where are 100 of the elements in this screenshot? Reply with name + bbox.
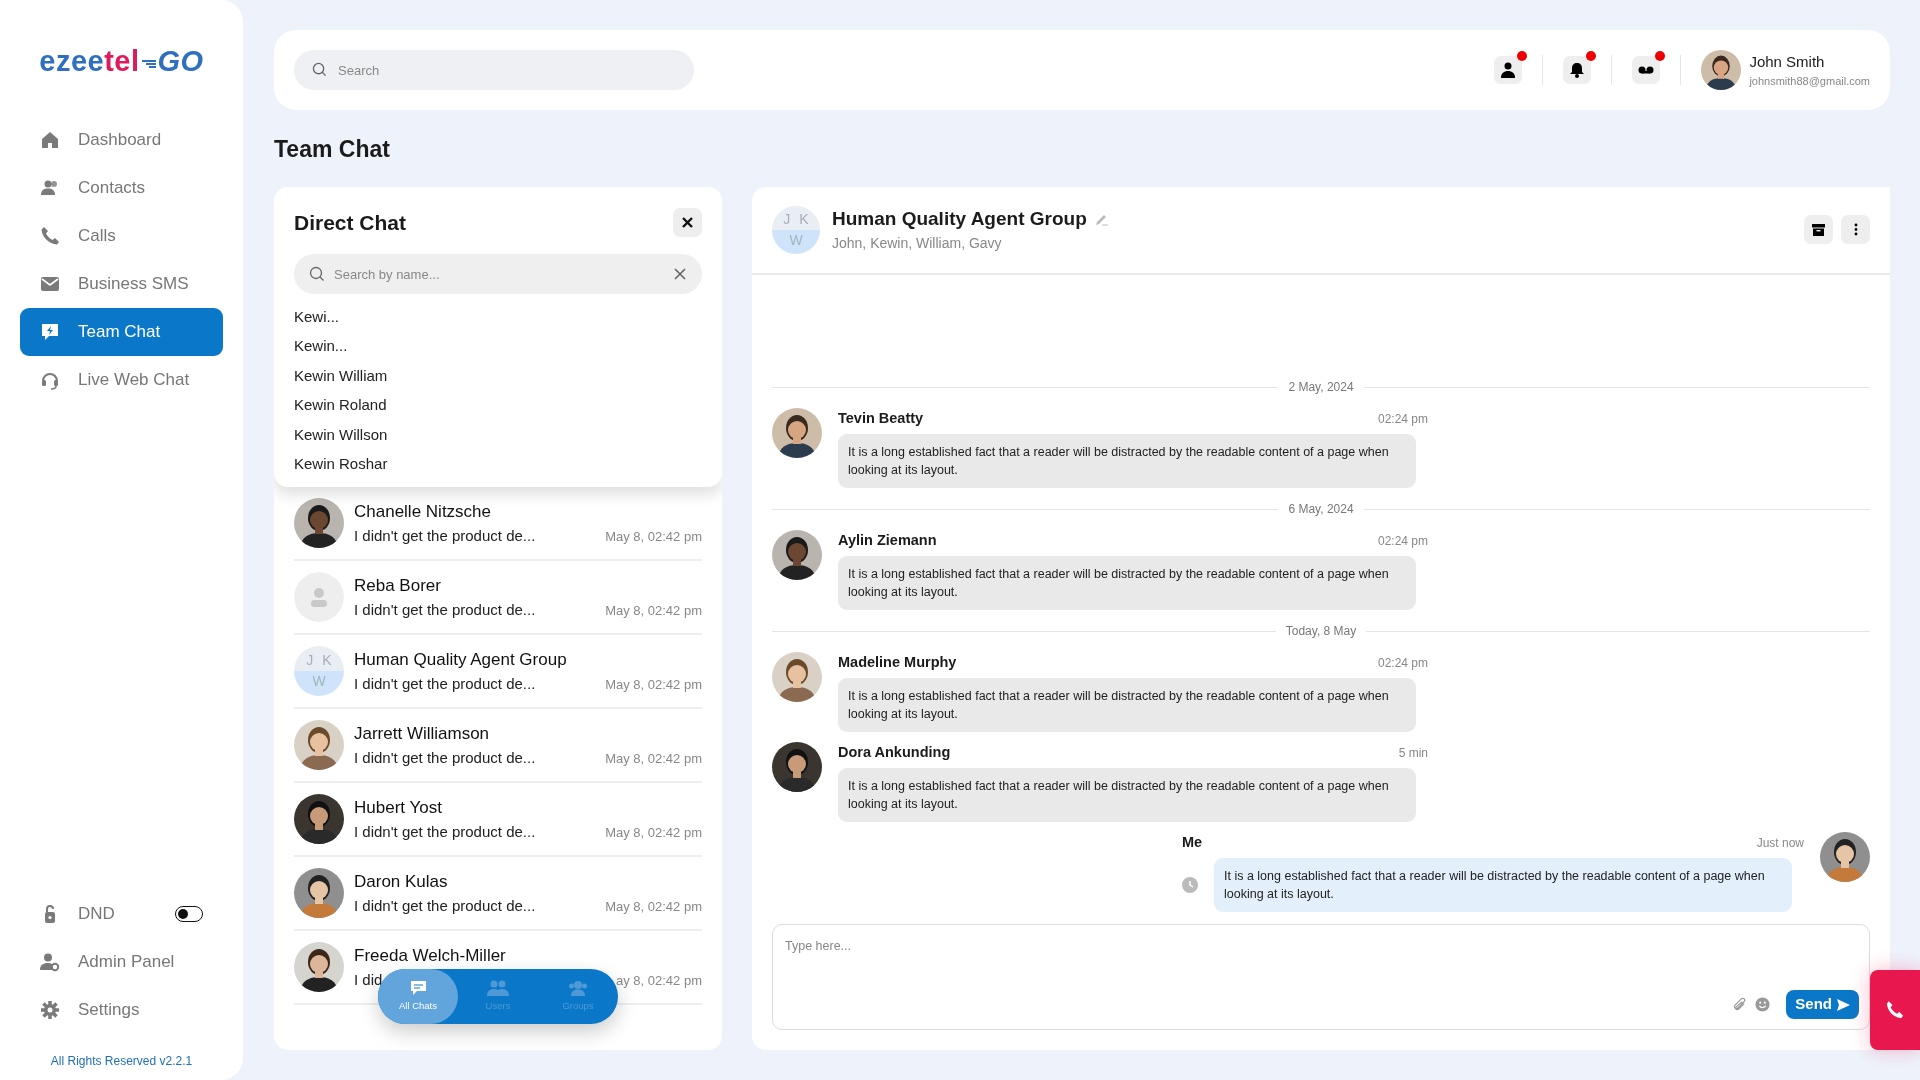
suggestion-item[interactable]: Kewin Roshar (294, 449, 702, 479)
message-time: Just now (1756, 835, 1804, 852)
copyright-text: All Rights Reserved v2.2.1 (49, 1053, 194, 1070)
message-bubble: It is a long established fact that a reader will be distracted by the readable content of a page when looking at its layout. (838, 433, 1416, 488)
message-time: May 8, 02:42 pm (605, 897, 702, 916)
more-icon[interactable] (1841, 215, 1870, 244)
user-icon (294, 572, 344, 622)
chat-icon (409, 979, 427, 996)
contact-name: Chanelle Nitzsche (354, 501, 492, 523)
sidebar-item[interactable]: Business SMS (20, 259, 223, 308)
message-time: May 8, 02:42 pm (605, 675, 702, 694)
contact-name: Freeda Welch-Miller (354, 945, 507, 967)
message-time: May 8, 02:42 pm (605, 601, 702, 620)
avatar-initial: J (783, 209, 791, 229)
close-icon (682, 216, 693, 228)
search-icon (309, 266, 325, 282)
sidebar-item[interactable]: Live Web Chat (20, 355, 223, 404)
message-time: 02:24 pm (1377, 533, 1428, 550)
sidebar-item[interactable]: Team Chat (20, 307, 223, 356)
sidebar-item[interactable]: Settings (20, 986, 223, 1034)
sender-name: Me (1182, 833, 1203, 852)
gear-icon (40, 1000, 60, 1020)
paperclip-icon[interactable] (1732, 997, 1748, 1012)
user-gear-icon (40, 952, 60, 972)
notification-dot (1655, 51, 1666, 61)
search-icon (312, 62, 327, 77)
emoji-icon[interactable] (1755, 997, 1771, 1012)
message-preview: I didn't get the product de... (354, 599, 536, 620)
message-time: May 8, 02:42 pm (605, 823, 702, 842)
suggestion-item[interactable]: Kewin Roland (294, 390, 702, 420)
suggestion-item[interactable]: Kewin... (294, 331, 702, 361)
conversation-title: Human Quality Agent Group (832, 206, 1087, 231)
notification-dot (1517, 51, 1528, 61)
users-icon (487, 979, 509, 996)
sender-name: Aylin Ziemann (838, 531, 937, 550)
sidebar-item[interactable]: Contacts (20, 163, 223, 212)
message-preview: I didn't get the product de... (354, 821, 536, 842)
contact-name: Jarrett Williamson (354, 723, 491, 745)
user-email: johnsmith88@gmail.com (1749, 74, 1870, 89)
chat-item[interactable]: Jarrett Williamson I didn't get the product de... May 8, 02:42 pm (294, 709, 702, 783)
chat-item[interactable]: Reba Borer I didn't get the product de... May 8, 02:42 pm (294, 561, 702, 635)
sender-name: Madeline Murphy (838, 653, 957, 672)
message-bubble: It is a long established fact that a reader will be distracted by the readable content of a page when looking at its layout. (838, 767, 1416, 822)
user-name: John Smith (1749, 51, 1826, 72)
close-button[interactable] (673, 207, 702, 237)
sidebar-item[interactable]: Admin Panel (20, 938, 223, 986)
message-preview: I didn't get the product de... (354, 673, 536, 694)
send-button[interactable]: Send (1786, 990, 1859, 1019)
message-bubble: It is a long established fact that a reader will be distracted by the readable content of a page when looking at its layout. (838, 555, 1416, 610)
message-input[interactable]: Type here... Send (772, 924, 1870, 1030)
chat-item[interactable]: J K W Human Quality Agent Group I didn't get the product de... May 8, 02:42 pm (294, 635, 702, 709)
sidebar-item[interactable]: Calls (20, 211, 223, 260)
message-preview: I didn't get the product de... (354, 895, 536, 916)
voicemail-icon (1638, 65, 1655, 75)
chat-item[interactable]: Daron Kulas I didn't get the product de... May 8, 02:42 pm (294, 857, 702, 931)
message-preview: I didn't get the product de... (354, 525, 536, 546)
user-button[interactable] (1494, 56, 1523, 84)
member-list: John, Kewin, William, Gavy (832, 233, 1108, 255)
user-icon (1501, 62, 1516, 78)
suggestion-item[interactable]: Kewin Willson (294, 420, 702, 450)
chat-icon (40, 321, 60, 342)
phone-icon[interactable] (1870, 970, 1920, 1050)
suggestion-item[interactable]: Kewi... (294, 302, 702, 332)
message-bubble: It is a long established fact that a reader will be distracted by the readable content of a page when looking at its layout. (838, 677, 1416, 732)
voicemail-button[interactable] (1632, 56, 1661, 84)
contact-name: Hubert Yost (354, 797, 443, 819)
contact-name: Human Quality Agent Group (354, 649, 568, 671)
suggestion-item[interactable]: Kewin William (294, 361, 702, 391)
archive-icon[interactable] (1804, 215, 1833, 244)
avatar-initial: W (789, 230, 803, 250)
send-icon (1837, 998, 1850, 1011)
avatar-initial: J (306, 651, 314, 670)
bell-icon (1570, 62, 1585, 78)
chat-item[interactable]: Chanelle Nitzsche I didn't get the product de... May 8, 02:42 pm (294, 487, 702, 561)
notifications-button[interactable] (1563, 56, 1592, 84)
sender-name: Tevin Beatty (838, 409, 924, 428)
date-divider: 2 May, 2024 (1288, 379, 1354, 396)
phone-icon (40, 225, 60, 246)
message-time: 02:24 pm (1377, 655, 1428, 672)
search-field[interactable]: Search (294, 50, 694, 90)
clear-icon[interactable] (674, 268, 686, 280)
name-search-field[interactable]: Search by name... (294, 254, 702, 294)
message-preview: I didn't get the product de... (354, 747, 536, 768)
home-icon (40, 129, 60, 150)
page-title: Team Chat (274, 135, 391, 164)
logo: ezeetel GO (39, 44, 204, 79)
contact-name: Reba Borer (354, 575, 442, 597)
panel-title: Direct Chat (294, 209, 407, 236)
group-icon (568, 979, 588, 996)
sidebar-item[interactable]: Dashboard (20, 115, 223, 164)
contact-name: Daron Kulas (354, 871, 449, 893)
message-time: May 8, 02:42 pm (605, 527, 702, 546)
toggle-switch[interactable] (175, 906, 203, 922)
chat-item[interactable]: Hubert Yost I didn't get the product de... May 8, 02:42 pm (294, 783, 702, 857)
message-time: May 8, 02:42 pm (605, 749, 702, 768)
toggle-label: DND (78, 903, 115, 926)
message-time: 5 min (1398, 745, 1428, 762)
notification-dot (1586, 51, 1597, 61)
avatar-initial: K (799, 209, 809, 229)
sender-name: Dora Ankunding (838, 743, 951, 762)
